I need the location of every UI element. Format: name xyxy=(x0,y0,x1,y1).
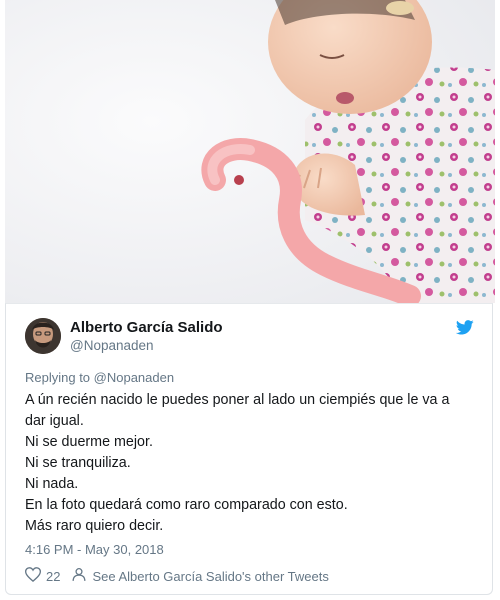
avatar[interactable] xyxy=(25,318,61,354)
author-name[interactable]: Alberto García Salido xyxy=(70,319,223,336)
tweet-line: dar igual. xyxy=(25,413,84,429)
tweet-timestamp[interactable]: 4:16 PM - May 30, 2018 xyxy=(25,542,164,557)
person-icon[interactable] xyxy=(72,567,86,585)
tweet-line: En la foto quedará como raro comparado c… xyxy=(25,497,348,513)
tweet-photo[interactable] xyxy=(5,0,495,303)
see-other-tweets-link[interactable]: See Alberto García Salido's other Tweets xyxy=(92,569,328,584)
tweet-embed: Alberto García Salido @Nopanaden Replyin… xyxy=(0,0,500,600)
tweet-line: A ún recién nacido le puedes poner al la… xyxy=(25,392,450,408)
tweet-line: Más raro quiero decir. xyxy=(25,518,164,534)
baby-photo-image xyxy=(5,0,495,303)
tweet-actions: 22 See Alberto García Salido's other Twe… xyxy=(24,567,329,585)
author-handle[interactable]: @Nopanaden xyxy=(70,338,154,353)
twitter-bird-icon[interactable] xyxy=(456,320,474,335)
like-count[interactable]: 22 xyxy=(46,569,60,584)
tweet-text: A ún recién nacido le puedes poner al la… xyxy=(25,390,480,537)
tweet-card: Alberto García Salido @Nopanaden Replyin… xyxy=(5,303,493,595)
heart-icon[interactable] xyxy=(24,567,42,585)
replying-to-label[interactable]: Replying to @Nopanaden xyxy=(25,370,174,385)
avatar-image xyxy=(25,318,61,354)
tweet-line: Ni se tranquiliza. xyxy=(25,455,131,471)
tweet-line: Ni se duerme mejor. xyxy=(25,434,153,450)
tweet-line: Ni nada. xyxy=(25,476,79,492)
